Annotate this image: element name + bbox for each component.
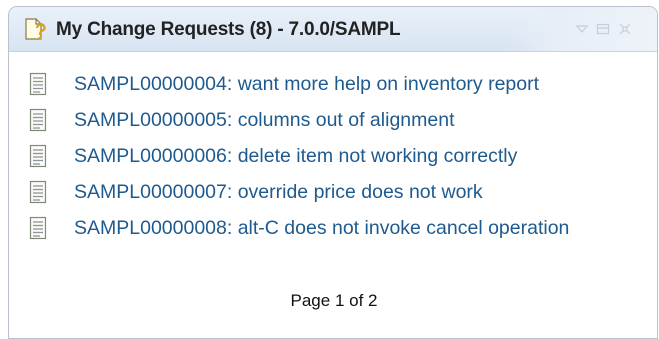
list-item[interactable]: SAMPL00000007: override price does not w… bbox=[9, 178, 657, 214]
minimize-icon[interactable] bbox=[595, 21, 611, 37]
document-icon bbox=[29, 216, 47, 240]
change-request-icon bbox=[23, 17, 47, 41]
pagination-label: Page 1 of 2 bbox=[290, 291, 378, 310]
list-item[interactable]: SAMPL00000008: alt-C does not invoke can… bbox=[9, 214, 657, 250]
maximize-icon[interactable] bbox=[617, 21, 633, 37]
list-item[interactable]: SAMPL00000005: columns out of alignment bbox=[9, 106, 657, 142]
change-request-link[interactable]: SAMPL00000004: want more help on invento… bbox=[74, 70, 651, 98]
change-request-link[interactable]: SAMPL00000008: alt-C does not invoke can… bbox=[74, 214, 634, 242]
change-requests-panel: My Change Requests (8) - 7.0.0/SAMPL SAM… bbox=[8, 6, 658, 339]
document-icon bbox=[29, 180, 47, 204]
list-item[interactable]: SAMPL00000004: want more help on invento… bbox=[9, 70, 657, 106]
document-icon bbox=[29, 144, 47, 168]
change-request-link[interactable]: SAMPL00000005: columns out of alignment bbox=[74, 106, 651, 134]
change-request-link[interactable]: SAMPL00000006: delete item not working c… bbox=[74, 142, 651, 170]
change-request-link[interactable]: SAMPL00000007: override price does not w… bbox=[74, 178, 651, 206]
view-menu-icon[interactable] bbox=[574, 21, 590, 37]
panel-title-bar: My Change Requests (8) - 7.0.0/SAMPL bbox=[9, 7, 657, 52]
document-icon bbox=[29, 108, 47, 132]
change-request-list: SAMPL00000004: want more help on invento… bbox=[9, 70, 657, 250]
list-item[interactable]: SAMPL00000006: delete item not working c… bbox=[9, 142, 657, 178]
document-icon bbox=[29, 72, 47, 96]
panel-title: My Change Requests (8) - 7.0.0/SAMPL bbox=[56, 19, 401, 40]
